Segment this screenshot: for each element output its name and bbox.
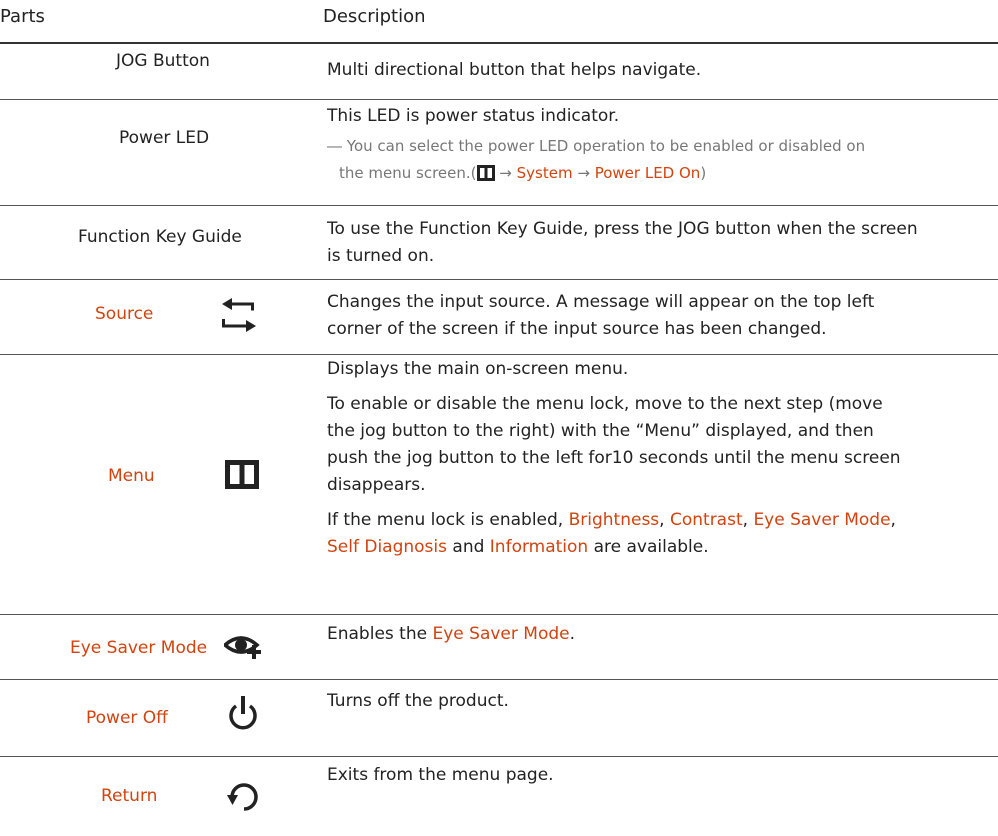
part-return: Return [101, 786, 158, 806]
part-jog-button: JOG Button [116, 51, 210, 71]
table-row: JOG Button Multi directional button that… [0, 45, 998, 100]
table-row: Source Changes the input source. A messa… [0, 280, 998, 355]
header-description: Description [323, 6, 426, 27]
desc-line: push the jog button to the left for10 se… [327, 448, 901, 468]
table-row: Eye Saver Mode Enables the Eye Saver Mod… [0, 615, 998, 680]
table-row: Function Key Guide To use the Function K… [0, 206, 998, 280]
desc-jog-button: Multi directional button that helps navi… [327, 57, 995, 84]
table-row: Power LED This LED is power status indic… [0, 100, 998, 206]
desc-line: the jog button to the right) with the “M… [327, 421, 874, 441]
desc-line: Multi directional button that helps navi… [327, 60, 702, 80]
desc-line: Enables the Eye Saver Mode. [327, 624, 575, 644]
desc-line: Changes the input source. A message will… [327, 292, 875, 312]
desc-return: Exits from the menu page. [327, 762, 995, 789]
desc-line: If the menu lock is enabled, Brightness,… [327, 510, 896, 530]
eye-saver-icon [224, 636, 261, 659]
return-icon [227, 783, 258, 811]
desc-line: Turns off the product. [327, 691, 509, 711]
table-row: Power Off Turns off the product. [0, 680, 998, 757]
desc-line: This LED is power status indicator. [327, 106, 620, 126]
note-line: ― You can select the power LED operation… [327, 137, 866, 155]
desc-line: Exits from the menu page. [327, 765, 554, 785]
desc-line: corner of the screen if the input source… [327, 319, 827, 339]
desc-line: To use the Function Key Guide, press the… [327, 219, 918, 239]
desc-line: To enable or disable the menu lock, move… [327, 394, 883, 414]
part-function-key-guide: Function Key Guide [78, 227, 242, 247]
desc-power-off: Turns off the product. [327, 688, 995, 715]
menu-icon [476, 165, 495, 181]
header-parts: Parts [0, 6, 45, 27]
desc-menu: Displays the main on-screen menu. To ena… [327, 356, 995, 561]
parts-description-table: Parts Description JOG Button Multi direc… [0, 0, 998, 836]
desc-eye-saver-mode: Enables the Eye Saver Mode. [327, 621, 995, 648]
desc-line: disappears. [327, 475, 426, 495]
desc-power-led: This LED is power status indicator. ― Yo… [327, 103, 995, 187]
table-row: Return Exits from the menu page. [0, 757, 998, 832]
menu-icon [225, 460, 259, 489]
desc-line: Self Diagnosis and Information are avail… [327, 537, 709, 557]
note-line: the menu screen.( → System → Power LED O… [339, 164, 707, 182]
header-rule [0, 42, 998, 44]
part-power-off: Power Off [86, 708, 168, 728]
table-header: Parts Description [0, 0, 998, 45]
desc-function-key-guide: To use the Function Key Guide, press the… [327, 216, 995, 270]
table-row: Menu Displays the main on-screen menu. T… [0, 355, 998, 615]
part-power-led: Power LED [119, 128, 210, 148]
part-menu: Menu [108, 466, 155, 486]
source-switch-icon [222, 298, 256, 332]
desc-line: is turned on. [327, 246, 435, 266]
power-icon [229, 696, 257, 730]
desc-line: Displays the main on-screen menu. [327, 359, 629, 379]
part-source: Source [95, 304, 154, 324]
desc-source: Changes the input source. A message will… [327, 289, 995, 343]
part-eye-saver-mode: Eye Saver Mode [70, 638, 208, 658]
